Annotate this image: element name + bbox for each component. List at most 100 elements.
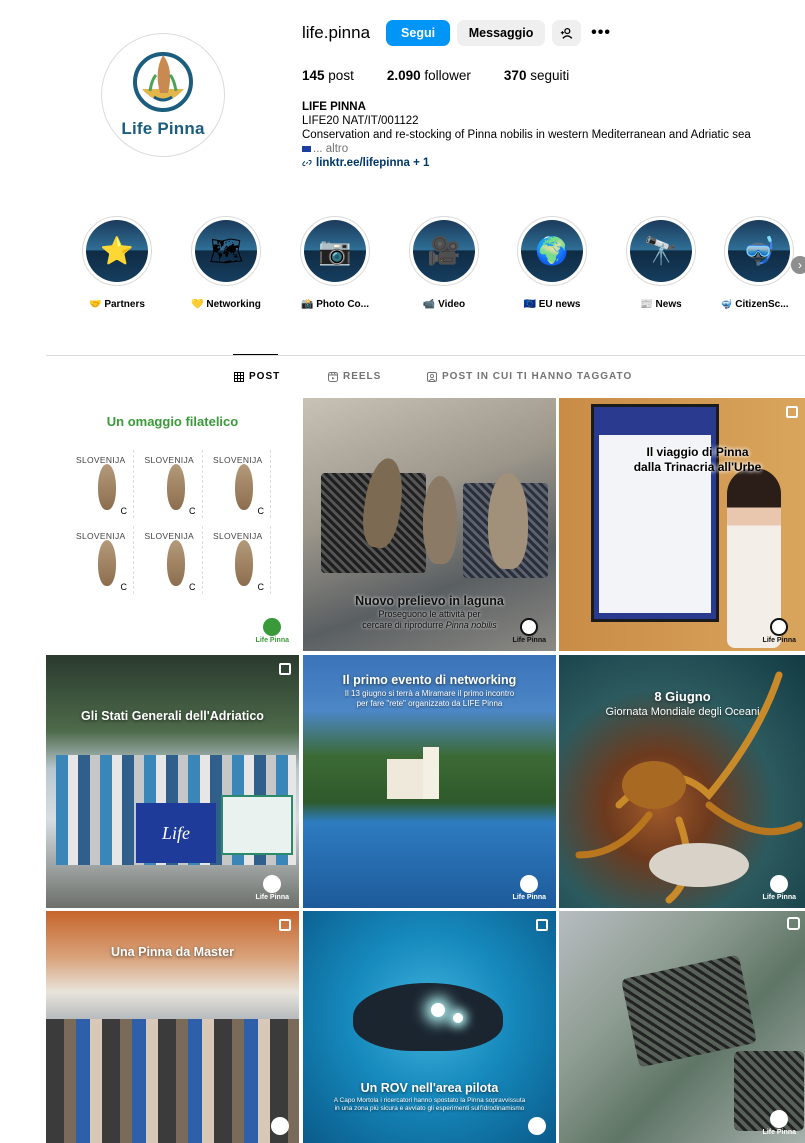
message-button[interactable]: Messaggio	[457, 20, 546, 46]
chevron-right-icon: ›	[798, 258, 802, 272]
highlight-label: 📸 Photo Co...	[301, 299, 369, 310]
followers-count: 2.090	[386, 68, 421, 83]
suggested-accounts-button[interactable]	[552, 20, 582, 46]
stamp-row: SLOVENIJA C SLOVENIJA C SLOVENIJA C	[76, 526, 271, 594]
stamp-country: SLOVENIJA	[144, 455, 194, 465]
more-options-button[interactable]: •••	[588, 20, 614, 46]
life-pinna-logo-icon	[271, 1117, 289, 1135]
highlight-photo-contest[interactable]: 📷 📸 Photo Co...	[280, 216, 390, 310]
website-link-text: linktr.ee/lifepinna + 1	[316, 157, 430, 169]
reel-icon	[787, 917, 800, 930]
carousel-icon	[786, 406, 798, 418]
rov-light-image	[431, 1003, 445, 1017]
post-tile-classroom[interactable]: Una Pinna da Master	[46, 911, 299, 1143]
eu-flag-banner: Life	[136, 803, 216, 863]
globe-icon: 🌍	[521, 220, 583, 282]
bio-more-link[interactable]: ... altro	[313, 143, 348, 155]
bio-website-link[interactable]: linktr.ee/lifepinna + 1	[302, 156, 792, 170]
tab-label: POST	[249, 371, 281, 382]
map-icon: 🗺	[195, 220, 257, 282]
highlight-ring: 📷	[300, 216, 370, 286]
pinna-shell-image	[235, 464, 253, 510]
username-row: life.pinna Segui Messaggio •••	[302, 20, 621, 46]
posts-count: 145	[302, 68, 325, 83]
post-title-line2: dalla Trinacria all'Urbe	[633, 460, 762, 474]
tab-posts[interactable]: POST	[234, 371, 280, 382]
post-tile-tank-reel[interactable]: Life Pinna	[559, 911, 805, 1143]
students-image	[46, 1019, 299, 1143]
stamp: SLOVENIJA C	[76, 450, 134, 518]
post-subtitle-line1: A Capo Mortola i ricercatori hanno spost…	[333, 1097, 526, 1104]
tab-tagged[interactable]: POST IN CUI TI HANNO TAGGATO	[427, 371, 632, 382]
post-tile-miramare[interactable]: Il primo evento di networking Il 13 giug…	[303, 655, 556, 908]
watermark-text: Life Pinna	[255, 894, 289, 901]
life-pinna-logo-icon	[263, 618, 282, 636]
bio-line-project-code: LIFE20 NAT/IT/001122	[302, 115, 419, 127]
post-tile-group-photo[interactable]: Gli Stati Generali dell'Adriatico Life L…	[46, 655, 299, 908]
poster-screen	[591, 404, 719, 622]
stamp-value: C	[189, 506, 196, 516]
post-tile-poster[interactable]: Il viaggio di Pinna dalla Trinacria all'…	[559, 398, 805, 651]
life-pinna-logo-icon	[770, 875, 789, 893]
profile-bio: LIFE PINNA LIFE20 NAT/IT/001122 Conserva…	[302, 100, 792, 170]
watermark-text: Life Pinna	[762, 1129, 796, 1136]
highlight-ring: ⭐	[82, 216, 152, 286]
highlight-label: 📹 Video	[422, 299, 466, 310]
tab-label: REELS	[343, 371, 382, 382]
posts-label: post	[328, 68, 354, 83]
subtitle-text: cercare di riprodurre	[362, 620, 444, 630]
post-tile-octopus[interactable]: 8 Giugno Giornata Mondiale degli Oceani …	[559, 655, 805, 908]
carousel-icon	[536, 919, 548, 931]
post-title: Un omaggio filatelico	[106, 414, 239, 429]
followers-stat[interactable]: 2.090 follower	[387, 68, 471, 83]
post-tile-lagoon[interactable]: Nuovo prelievo in laguna Proseguono le a…	[303, 398, 556, 651]
life-pinna-logo-icon	[263, 875, 282, 893]
post-watermark: Life Pinna	[513, 875, 546, 901]
active-tab-indicator	[233, 354, 278, 355]
following-stat[interactable]: 370 seguiti	[504, 68, 569, 83]
tagged-icon	[427, 371, 437, 382]
watermark-text: Life Pinna	[762, 894, 796, 901]
carousel-icon	[279, 663, 291, 675]
stamp: SLOVENIJA C	[145, 450, 203, 518]
link-icon	[302, 160, 312, 166]
subtitle-species: Pinna nobilis	[445, 620, 497, 630]
castle-tower-image	[423, 747, 439, 799]
eu-flag-icon	[302, 145, 311, 152]
tabs-divider	[46, 355, 805, 356]
life-pinna-logo-icon	[770, 1110, 789, 1128]
camera-icon: 📷	[304, 220, 366, 282]
following-count: 370	[503, 68, 527, 83]
profile-avatar[interactable]: Life Pinna	[101, 33, 225, 157]
post-title-line1: Il viaggio di Pinna	[646, 445, 749, 459]
stamp-country: SLOVENIJA	[144, 531, 194, 541]
highlight-ring: 🌍	[517, 216, 587, 286]
binoculars-icon: 🔭	[630, 220, 692, 282]
life-pinna-logo-icon	[528, 1117, 546, 1135]
post-watermark	[528, 1117, 546, 1136]
pinna-shell-image	[488, 473, 528, 569]
tab-label: POST IN CUI TI HANNO TAGGATO	[442, 371, 633, 382]
pinna-shell-image	[423, 476, 457, 564]
following-label: seguiti	[530, 68, 570, 83]
life-pinna-logo-icon	[770, 618, 789, 636]
post-watermark: Life Pinna	[763, 875, 796, 901]
post-tile-stamps[interactable]: Un omaggio filatelico SLOVENIJA C SLOVENI…	[46, 398, 299, 651]
post-title: Gli Stati Generali dell'Adriatico	[81, 709, 264, 723]
post-watermark: Life Pinna	[256, 875, 289, 901]
carousel-icon	[279, 919, 291, 931]
follow-button[interactable]: Segui	[386, 20, 451, 46]
highlight-video[interactable]: 🎥 📹 Video	[389, 216, 499, 310]
tab-reels[interactable]: REELS	[328, 371, 381, 382]
post-watermark: Life Pinna	[763, 618, 796, 644]
life-pinna-logo-icon	[133, 52, 193, 112]
highlight-networking[interactable]: 🗺 💛 Networking	[171, 216, 281, 310]
pinna-shell-image	[166, 464, 185, 510]
highlight-partners[interactable]: ⭐ 🤝 Partners	[62, 216, 172, 310]
post-tile-rov[interactable]: Un ROV nell'area pilota A Capo Mortola i…	[303, 911, 556, 1143]
highlights-next-button[interactable]: ›	[791, 256, 805, 274]
bio-line-description: Conservation and re-stocking of Pinna no…	[302, 129, 751, 141]
highlight-eu-news[interactable]: 🌍 🇪🇺 EU news	[497, 216, 607, 310]
life-pinna-logo-icon	[520, 875, 539, 893]
highlight-news[interactable]: 🔭 📰 News	[606, 216, 716, 310]
